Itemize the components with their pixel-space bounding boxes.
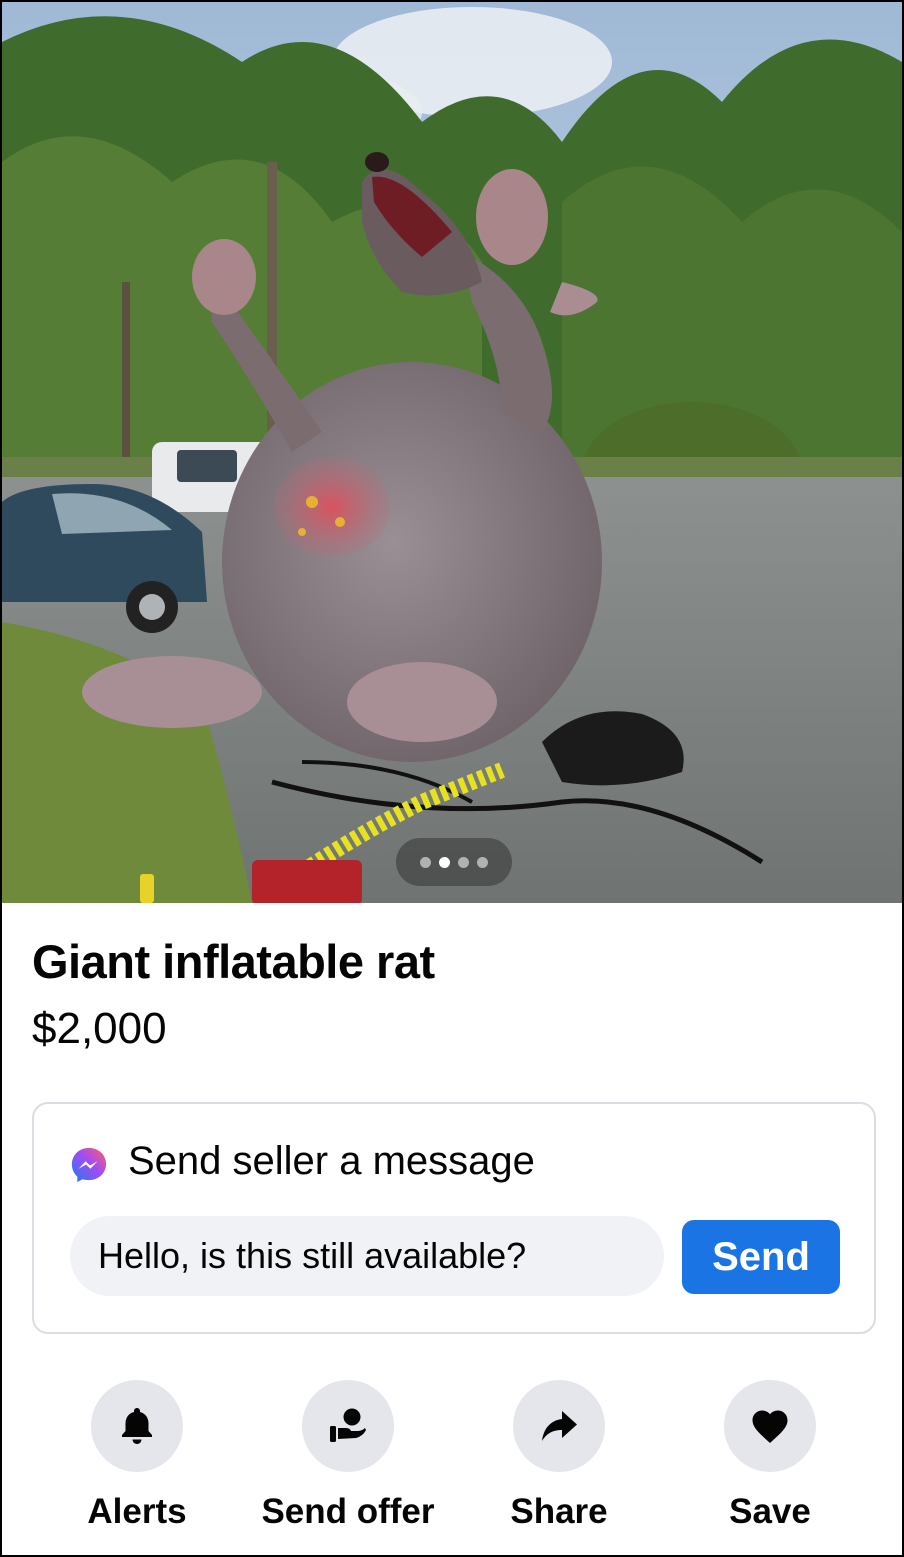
page-dot[interactable] (420, 856, 431, 868)
inflatable-rat-photo (2, 2, 902, 903)
save-action[interactable]: Save (670, 1380, 870, 1532)
send-offer-action[interactable]: Send offer (248, 1380, 448, 1532)
send-offer-label: Send offer (261, 1492, 435, 1531)
messenger-icon (71, 1147, 107, 1183)
share-label: Share (510, 1492, 608, 1531)
share-action[interactable]: Share (459, 1380, 659, 1532)
save-button[interactable] (724, 1380, 816, 1472)
alerts-button[interactable] (91, 1380, 183, 1472)
page-dot[interactable] (477, 856, 488, 868)
listing-title: Giant inflatable rat (32, 935, 435, 988)
send-button[interactable]: Send (682, 1220, 840, 1294)
share-arrow-icon (542, 1411, 577, 1441)
bell-icon (122, 1408, 152, 1444)
message-input[interactable] (70, 1216, 664, 1296)
page-dot-active[interactable] (439, 856, 450, 868)
page-dot[interactable] (458, 856, 469, 868)
share-button[interactable] (513, 1380, 605, 1472)
marketplace-listing: Giant inflatable rat $2,000 Send seller … (0, 0, 904, 1557)
alerts-action[interactable]: Alerts (37, 1380, 237, 1532)
photo-page-indicator[interactable] (396, 838, 512, 886)
heart-icon (752, 1410, 788, 1443)
offer-icon (330, 1408, 366, 1442)
listing-photo[interactable] (2, 2, 902, 903)
send-offer-button[interactable] (302, 1380, 394, 1472)
message-card-header: Send seller a message (70, 1138, 535, 1184)
message-seller-card: Send seller a message Send (32, 1102, 876, 1334)
alerts-label: Alerts (87, 1492, 187, 1531)
listing-price: $2,000 (32, 1004, 167, 1053)
message-card-title: Send seller a message (128, 1138, 535, 1183)
save-label: Save (729, 1492, 811, 1531)
